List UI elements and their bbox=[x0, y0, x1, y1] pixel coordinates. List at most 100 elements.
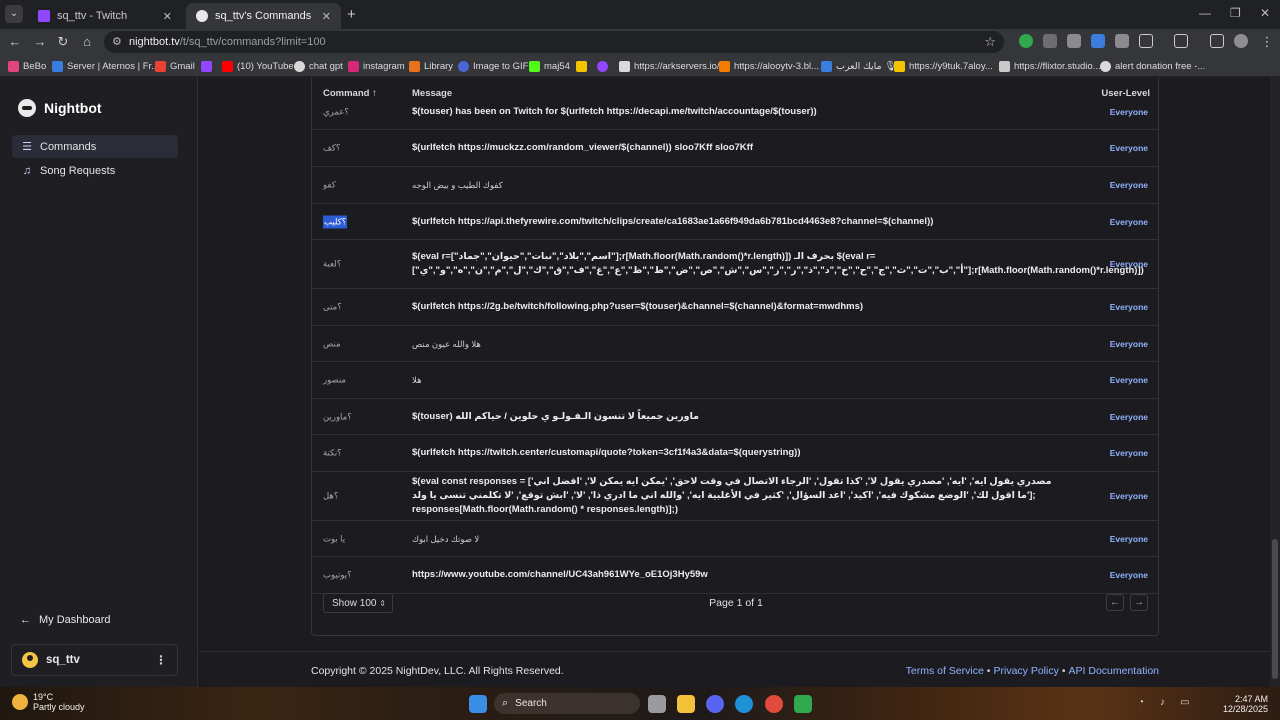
puzzle-extensions-icon[interactable] bbox=[1139, 34, 1153, 48]
bookmark-item[interactable]: https://y9tuk.7aloy... bbox=[894, 59, 993, 74]
bookmark-item[interactable]: BeBo bbox=[8, 59, 46, 74]
page-scrollbar[interactable] bbox=[1270, 77, 1280, 687]
tab-close-icon[interactable]: ✕ bbox=[322, 10, 331, 23]
tab-twitch[interactable]: sq_ttv - Twitch ✕ bbox=[28, 3, 182, 29]
table-row[interactable]: يا بوت لا صوتك دخيل ابوك Everyone bbox=[312, 521, 1158, 557]
bookmark-label: Library bbox=[424, 61, 454, 72]
file-explorer-icon[interactable] bbox=[677, 695, 695, 713]
profile-avatar-icon[interactable] bbox=[1234, 34, 1248, 48]
command-cell[interactable]: ؟كف bbox=[323, 143, 340, 154]
tab-close-icon[interactable]: ✕ bbox=[163, 10, 172, 23]
command-cell[interactable]: ؟عمري bbox=[323, 106, 349, 117]
back-icon[interactable]: ← bbox=[6, 34, 24, 49]
bookmark-item[interactable]: https://alooytv-3.bl... bbox=[719, 59, 819, 74]
brand[interactable]: Nightbot bbox=[18, 99, 102, 117]
command-cell[interactable]: ؟متى bbox=[323, 302, 342, 313]
next-page-button[interactable]: → bbox=[1130, 594, 1148, 611]
bookmark-item[interactable]: instagram bbox=[348, 59, 405, 74]
extension-icon[interactable] bbox=[1115, 34, 1129, 48]
home-icon[interactable]: ⌂ bbox=[78, 34, 96, 49]
url-text[interactable]: nightbot.tv/t/sq_ttv/commands?limit=100 bbox=[129, 36, 326, 48]
table-row[interactable]: ؟يوتيوب https://www.youtube.com/channel/U… bbox=[312, 557, 1158, 594]
bookmark-item[interactable]: https://flixtor.studio... bbox=[999, 59, 1101, 74]
task-view-icon[interactable] bbox=[648, 695, 666, 713]
terms-link[interactable]: Terms of Service bbox=[906, 665, 984, 677]
sidebar-item-song-requests[interactable]: ♫ Song Requests bbox=[12, 159, 178, 182]
extension-icon[interactable] bbox=[1067, 34, 1081, 48]
prev-page-button[interactable]: ← bbox=[1106, 594, 1124, 611]
bookmark-item[interactable]: Gmail bbox=[155, 59, 195, 74]
discord-icon[interactable] bbox=[706, 695, 724, 713]
bookmark-item[interactable]: chat gpt bbox=[294, 59, 343, 74]
taskbar-search[interactable]: ⌕ Search bbox=[494, 693, 640, 714]
audio-extension-icon[interactable] bbox=[1091, 34, 1105, 48]
more-vertical-icon[interactable]: ⋮ bbox=[155, 653, 167, 667]
bookmark-item[interactable] bbox=[201, 59, 216, 74]
close-window-icon[interactable]: ✕ bbox=[1260, 6, 1270, 20]
tab-search-icon[interactable]: ⌄ bbox=[5, 5, 23, 23]
table-row[interactable]: منصور هلا Everyone bbox=[312, 362, 1158, 399]
table-row[interactable]: ؟كف $(urlfetch https://muckzz.com/random_… bbox=[312, 130, 1158, 167]
minimize-icon[interactable]: — bbox=[1199, 6, 1211, 20]
privacy-link[interactable]: Privacy Policy bbox=[993, 665, 1058, 677]
battery-icon[interactable]: ▭ bbox=[1180, 697, 1189, 708]
command-cell[interactable]: ؟ماورين bbox=[323, 411, 352, 422]
shield-extension-icon[interactable] bbox=[1019, 34, 1033, 48]
table-row[interactable]: ؟لعبة $(eval r=["اسم","بلاد","نبات","حيوا… bbox=[312, 240, 1158, 289]
bookmark-item[interactable]: alert donation free -... bbox=[1100, 59, 1205, 74]
bookmark-star-icon[interactable]: ☆ bbox=[984, 34, 996, 50]
downloads-icon[interactable] bbox=[1210, 34, 1224, 48]
sidepanel-icon[interactable] bbox=[1174, 34, 1188, 48]
command-cell[interactable]: ؟هل bbox=[323, 491, 338, 502]
table-row[interactable]: ؟نكتة $(urlfetch https://twitch.center/cu… bbox=[312, 435, 1158, 472]
command-cell[interactable]: ؟يوتيوب bbox=[323, 570, 352, 581]
command-cell[interactable]: ؟كليب bbox=[323, 215, 348, 228]
table-row[interactable]: منص هلا والله عيون منص Everyone bbox=[312, 326, 1158, 362]
command-cell[interactable]: منصور bbox=[323, 375, 346, 386]
start-windows-icon[interactable] bbox=[469, 695, 487, 713]
edge-icon[interactable] bbox=[735, 695, 753, 713]
my-dashboard-link[interactable]: ← My Dashboard bbox=[20, 614, 111, 626]
reload-icon[interactable]: ↻ bbox=[54, 34, 72, 50]
tab-commands[interactable]: sq_ttv's Commands ✕ bbox=[186, 3, 341, 29]
command-cell[interactable]: ؟نكتة bbox=[323, 448, 342, 459]
app-icon[interactable] bbox=[794, 695, 812, 713]
bookmark-item[interactable]: https://arkservers.io/ bbox=[619, 59, 720, 74]
bookmark-item[interactable]: مايك العرب 🎙 bbox=[821, 59, 896, 74]
sidebar-item-commands[interactable]: ☰ Commands bbox=[12, 135, 178, 158]
command-cell[interactable]: كفو bbox=[323, 180, 336, 191]
scrollbar-thumb[interactable] bbox=[1272, 539, 1278, 679]
clock[interactable]: 2:47 AM 12/28/2025 bbox=[1223, 694, 1268, 714]
copyright: Copyright © 2025 NightDev, LLC. All Righ… bbox=[311, 665, 564, 677]
browser-menu-icon[interactable]: ⋮ bbox=[1258, 34, 1276, 50]
table-row[interactable]: ؟ماورين $(touser) ماورين جميعاً لا تنسون … bbox=[312, 399, 1158, 435]
bookmark-item[interactable]: Server | Aternos | Fr... bbox=[52, 59, 159, 74]
chrome-icon[interactable] bbox=[765, 695, 783, 713]
user-menu[interactable]: sq_ttv ⋮ bbox=[11, 644, 178, 676]
table-row[interactable]: ؟متى $(urlfetch https://2g.be/twitch/foll… bbox=[312, 289, 1158, 326]
bookmark-item[interactable] bbox=[597, 59, 612, 74]
command-cell[interactable]: ؟لعبة bbox=[323, 259, 341, 270]
bookmark-item[interactable]: (10) YouTube bbox=[222, 59, 294, 74]
bookmark-item[interactable]: Library bbox=[409, 59, 453, 74]
weather-widget[interactable]: 19°C Partly cloudy bbox=[12, 692, 85, 712]
game-extension-icon[interactable] bbox=[1043, 34, 1057, 48]
bookmark-item[interactable]: Image to GIF bbox=[458, 59, 528, 74]
api-docs-link[interactable]: API Documentation bbox=[1069, 665, 1159, 677]
url-bar[interactable]: ⚙ nightbot.tv/t/sq_ttv/commands?limit=10… bbox=[104, 31, 1004, 53]
new-tab-icon[interactable]: + bbox=[347, 6, 356, 23]
site-info-icon[interactable]: ⚙ bbox=[112, 35, 122, 48]
table-row[interactable]: ؟كليب $(urlfetch https://api.thefyrewire.… bbox=[312, 204, 1158, 240]
command-cell[interactable]: منص bbox=[323, 338, 341, 349]
command-cell[interactable]: يا بوت bbox=[323, 533, 345, 544]
forward-icon[interactable]: → bbox=[31, 34, 49, 49]
bookmark-item[interactable]: maj54 bbox=[529, 59, 570, 74]
brand-name: Nightbot bbox=[44, 100, 102, 116]
volume-icon[interactable]: ♪ bbox=[1160, 697, 1165, 708]
table-row[interactable]: ؟هل $(eval const responses = ['مصدري يقول… bbox=[312, 472, 1158, 521]
table-row[interactable]: كفو كفوك الطيب و بيض الوجه Everyone bbox=[312, 167, 1158, 204]
wifi-icon[interactable]: ◔ bbox=[1138, 697, 1144, 708]
table-row[interactable]: ؟عمري $(touser) has been on Twitch for $(… bbox=[312, 94, 1158, 130]
maximize-icon[interactable]: ❐ bbox=[1230, 6, 1241, 20]
bookmark-item[interactable] bbox=[576, 59, 591, 74]
